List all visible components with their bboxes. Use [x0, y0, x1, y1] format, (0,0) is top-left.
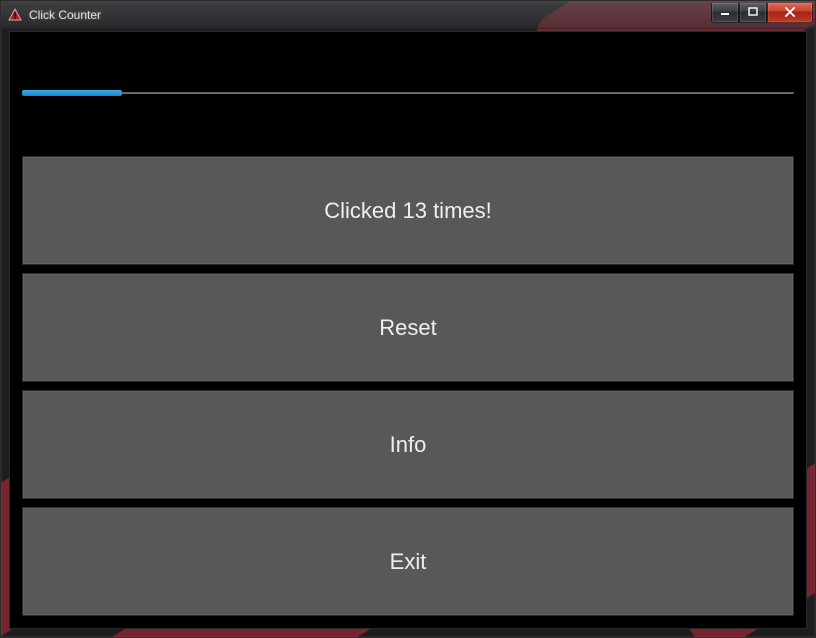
reset-button[interactable]: Reset: [22, 273, 794, 382]
app-icon: [7, 7, 23, 23]
window-title: Click Counter: [29, 8, 101, 22]
titlebar[interactable]: Click Counter: [1, 1, 815, 29]
info-button[interactable]: Info: [22, 390, 794, 499]
window-controls: [711, 3, 813, 23]
button-list: Clicked 13 times! Reset Info Exit: [22, 156, 794, 616]
info-button-label: Info: [390, 432, 427, 458]
click-button[interactable]: Clicked 13 times!: [22, 156, 794, 265]
close-icon: [784, 7, 796, 17]
progress-bar: [22, 90, 794, 96]
progress-track: [22, 92, 794, 94]
click-button-label: Clicked 13 times!: [324, 198, 492, 224]
maximize-icon: [748, 7, 758, 17]
exit-button-label: Exit: [390, 549, 427, 575]
close-button[interactable]: [767, 3, 813, 23]
reset-button-label: Reset: [379, 315, 436, 341]
maximize-button[interactable]: [739, 3, 767, 23]
exit-button[interactable]: Exit: [22, 507, 794, 616]
client-area: Clicked 13 times! Reset Info Exit: [9, 31, 807, 629]
progress-fill: [22, 90, 122, 96]
minimize-icon: [720, 7, 730, 17]
app-window: Click Counter: [0, 0, 816, 638]
minimize-button[interactable]: [711, 3, 739, 23]
